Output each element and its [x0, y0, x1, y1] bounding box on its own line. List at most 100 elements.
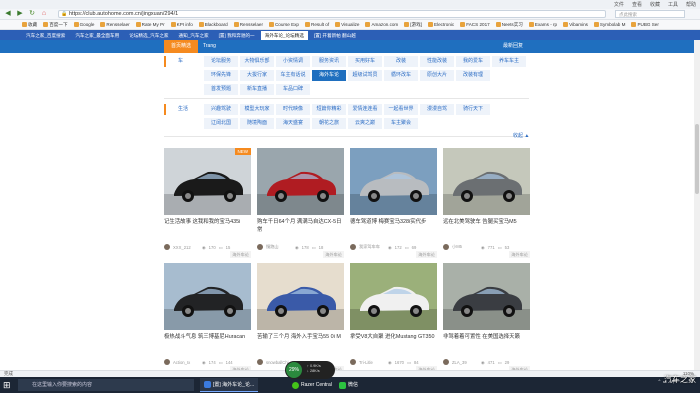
filter-chip[interactable]: 短篇你精彩: [312, 104, 346, 115]
post-title[interactable]: 购车千日64个月 满满马自达CX-5日常: [257, 218, 344, 242]
filter-chip[interactable]: 环保先锋: [204, 70, 238, 81]
post-card[interactable]: 非驾着着可置性 在美国选择天籁 ZLA_39 ◉ 471 ▭ 29 海外车论: [443, 263, 530, 370]
task-browser[interactable]: [置] 海外车论_论...: [200, 378, 259, 392]
network-widget[interactable]: 29% ↑ 0.9K/s ↓ 28K/s: [285, 361, 335, 379]
filter-chip[interactable]: 养车车主: [492, 56, 526, 67]
filter-chip[interactable]: 性能改装: [420, 56, 454, 67]
forum-tag[interactable]: 海外车论: [323, 251, 344, 258]
browser-tab[interactable]: [置] 我和奔驰的一: [215, 31, 259, 40]
post-card[interactable]: 购车千日64个月 满满马自达CX-5日常 慢跑山 ◉ 178 ▭ 18 海外车论: [257, 148, 344, 258]
bookmark-item[interactable]: PUBG Ser: [631, 22, 659, 27]
filter-chip[interactable]: 骑行天下: [456, 104, 490, 115]
menu-view[interactable]: 查看: [632, 1, 642, 8]
post-author[interactable]: 小M5: [452, 244, 478, 250]
page-scrollbar[interactable]: [694, 40, 700, 370]
bookmark-item[interactable]: 收藏: [22, 22, 37, 28]
bookmark-item[interactable]: Vibamins: [563, 22, 588, 27]
filter-chip[interactable]: 车主聚会: [384, 118, 418, 129]
browser-tab[interactable]: 海外车论_论坛精选: [260, 31, 308, 40]
post-card[interactable]: 远在北美驾驶车 告腿买宝马M5 小M5 ◉ 771 ▭ 53 海外车论: [443, 148, 530, 258]
bookmark-item[interactable]: Symbolab M: [593, 22, 625, 27]
avatar[interactable]: [164, 359, 170, 365]
forum-tag[interactable]: 海外车论: [230, 251, 251, 258]
bookmark-item[interactable]: 百度一下: [43, 22, 68, 28]
filter-chip[interactable]: 车品口碑: [276, 84, 310, 95]
filter-chip[interactable]: 模型大玩家: [240, 104, 274, 115]
menu-tools[interactable]: 工具: [668, 1, 678, 8]
filter-chip[interactable]: 首发预题: [204, 84, 238, 95]
bookmark-item[interactable]: Exams - rp: [528, 22, 557, 27]
avatar[interactable]: [350, 359, 356, 365]
bookmark-item[interactable]: Amazon.com: [365, 22, 398, 27]
windows-start-icon[interactable]: ⊞: [3, 380, 13, 390]
back-icon[interactable]: ◀: [4, 10, 12, 18]
filter-chip[interactable]: 服务资讯: [312, 56, 346, 67]
refresh-icon[interactable]: ↻: [28, 10, 36, 18]
bookmark-item[interactable]: Neets实习: [495, 22, 523, 28]
bookmark-item[interactable]: Rate My Pr: [135, 22, 165, 27]
latest-reply-link[interactable]: 最新回复: [503, 40, 523, 53]
post-thumbnail[interactable]: [350, 263, 437, 330]
post-card[interactable]: 极热战斗气息 筑三博基尼Huracan Action_Ix ◉ 174 ▭ 144 海外车论: [164, 263, 251, 370]
post-thumbnail[interactable]: [350, 148, 437, 215]
task-razer[interactable]: Razer Central: [288, 378, 336, 392]
avatar[interactable]: [164, 244, 170, 250]
avatar[interactable]: [443, 244, 449, 250]
filter-chip[interactable]: 爱情连连看: [348, 104, 382, 115]
forum-tag[interactable]: 海外车论: [509, 251, 530, 258]
post-author[interactable]: Action_Ix: [173, 360, 199, 365]
url-input[interactable]: 🔒 https://club.autohome.com.cn/jingxuan/…: [58, 10, 606, 18]
menu-file[interactable]: 文件: [614, 1, 624, 8]
browser-tab[interactable]: 汽车之家_百度搜索: [22, 31, 69, 40]
home-icon[interactable]: ⌂: [40, 10, 48, 18]
post-author[interactable]: 我家驾车车: [359, 244, 385, 250]
menu-favorites[interactable]: 收藏: [650, 1, 660, 8]
avatar[interactable]: [257, 359, 263, 365]
post-card[interactable]: NEW 记生活故事 这我和我的宝马435i XXX_212 ◉ 170 ▭ 15 海外车论: [164, 148, 251, 258]
filter-chip[interactable]: 随境陶面: [240, 118, 274, 129]
bookmark-item[interactable]: Result of: [305, 22, 329, 27]
filter-chip[interactable]: 改装: [384, 56, 418, 67]
avatar[interactable]: [350, 244, 356, 250]
bookmark-item[interactable]: Electronic: [428, 22, 454, 27]
task-wechat[interactable]: 微信: [335, 378, 362, 392]
avatar[interactable]: [443, 359, 449, 365]
browser-tab[interactable]: 论坛精选_汽车之家: [125, 31, 172, 40]
avatar[interactable]: [257, 244, 263, 250]
filter-chip[interactable]: 云爽之巅: [348, 118, 382, 129]
post-title[interactable]: 远在北美驾驶车 告腿买宝马M5: [443, 218, 530, 242]
post-author[interactable]: Tri-Litle: [359, 360, 385, 365]
browser-tab[interactable]: 汽车之家_最全面车用: [71, 31, 123, 40]
filter-chip[interactable]: 论坛服务: [204, 56, 238, 67]
bookmark-item[interactable]: FACS 2017: [460, 22, 490, 27]
filter-chip[interactable]: 我的爱车: [456, 56, 490, 67]
filter-chip[interactable]: 买用好车: [348, 56, 382, 67]
post-title[interactable]: 拿受V8大自聚 进化Mustang GT350: [350, 333, 437, 357]
post-thumbnail[interactable]: [164, 263, 251, 330]
filter-chip[interactable]: 车主有话说: [276, 70, 310, 81]
site-home-link[interactable]: 首页精选: [164, 40, 199, 53]
scrollbar-thumb[interactable]: [695, 124, 699, 194]
bookmark-item[interactable]: Google: [73, 22, 94, 27]
bookmark-item[interactable]: KPI info: [170, 22, 193, 27]
post-card[interactable]: 苦输了三个月 海外入手宝马55 0i MsnowballChi◉3425▭461…: [257, 263, 344, 370]
site-ctx-link[interactable]: Trang: [203, 40, 216, 53]
browser-tab[interactable]: [置] 开着新帕 翻山越: [310, 31, 360, 40]
post-card[interactable]: 拿受V8大自聚 进化Mustang GT350 Tri-Litle ◉ 1670 ▭ 84…: [350, 263, 437, 370]
post-title[interactable]: 极热战斗气息 筑三博基尼Huracan: [164, 333, 251, 357]
filter-chip[interactable]: 循环改车: [384, 70, 418, 81]
bookmark-item[interactable]: Course Exp: [268, 22, 299, 27]
post-thumbnail[interactable]: [443, 148, 530, 215]
filter-chip[interactable]: 大物俱乐部: [240, 56, 274, 67]
bookmark-item[interactable]: Rensselaer: [100, 22, 130, 27]
post-title[interactable]: 德车驾道博 梅赛宝马328i实代步: [350, 218, 437, 242]
filter-chip[interactable]: 小资情调: [276, 56, 310, 67]
filter-chip[interactable]: 原创大片: [420, 70, 454, 81]
filter-chip[interactable]: 超级试驾员: [348, 70, 382, 81]
post-title[interactable]: 苦输了三个月 海外入手宝马55 0i M: [257, 333, 344, 357]
post-author[interactable]: XXX_212: [173, 245, 199, 250]
post-author[interactable]: 慢跑山: [266, 244, 292, 250]
filter-chip[interactable]: 朝花之旅: [312, 118, 346, 129]
filter-chip[interactable]: 海天盛宴: [276, 118, 310, 129]
filter-chip[interactable]: 新车直播: [240, 84, 274, 95]
